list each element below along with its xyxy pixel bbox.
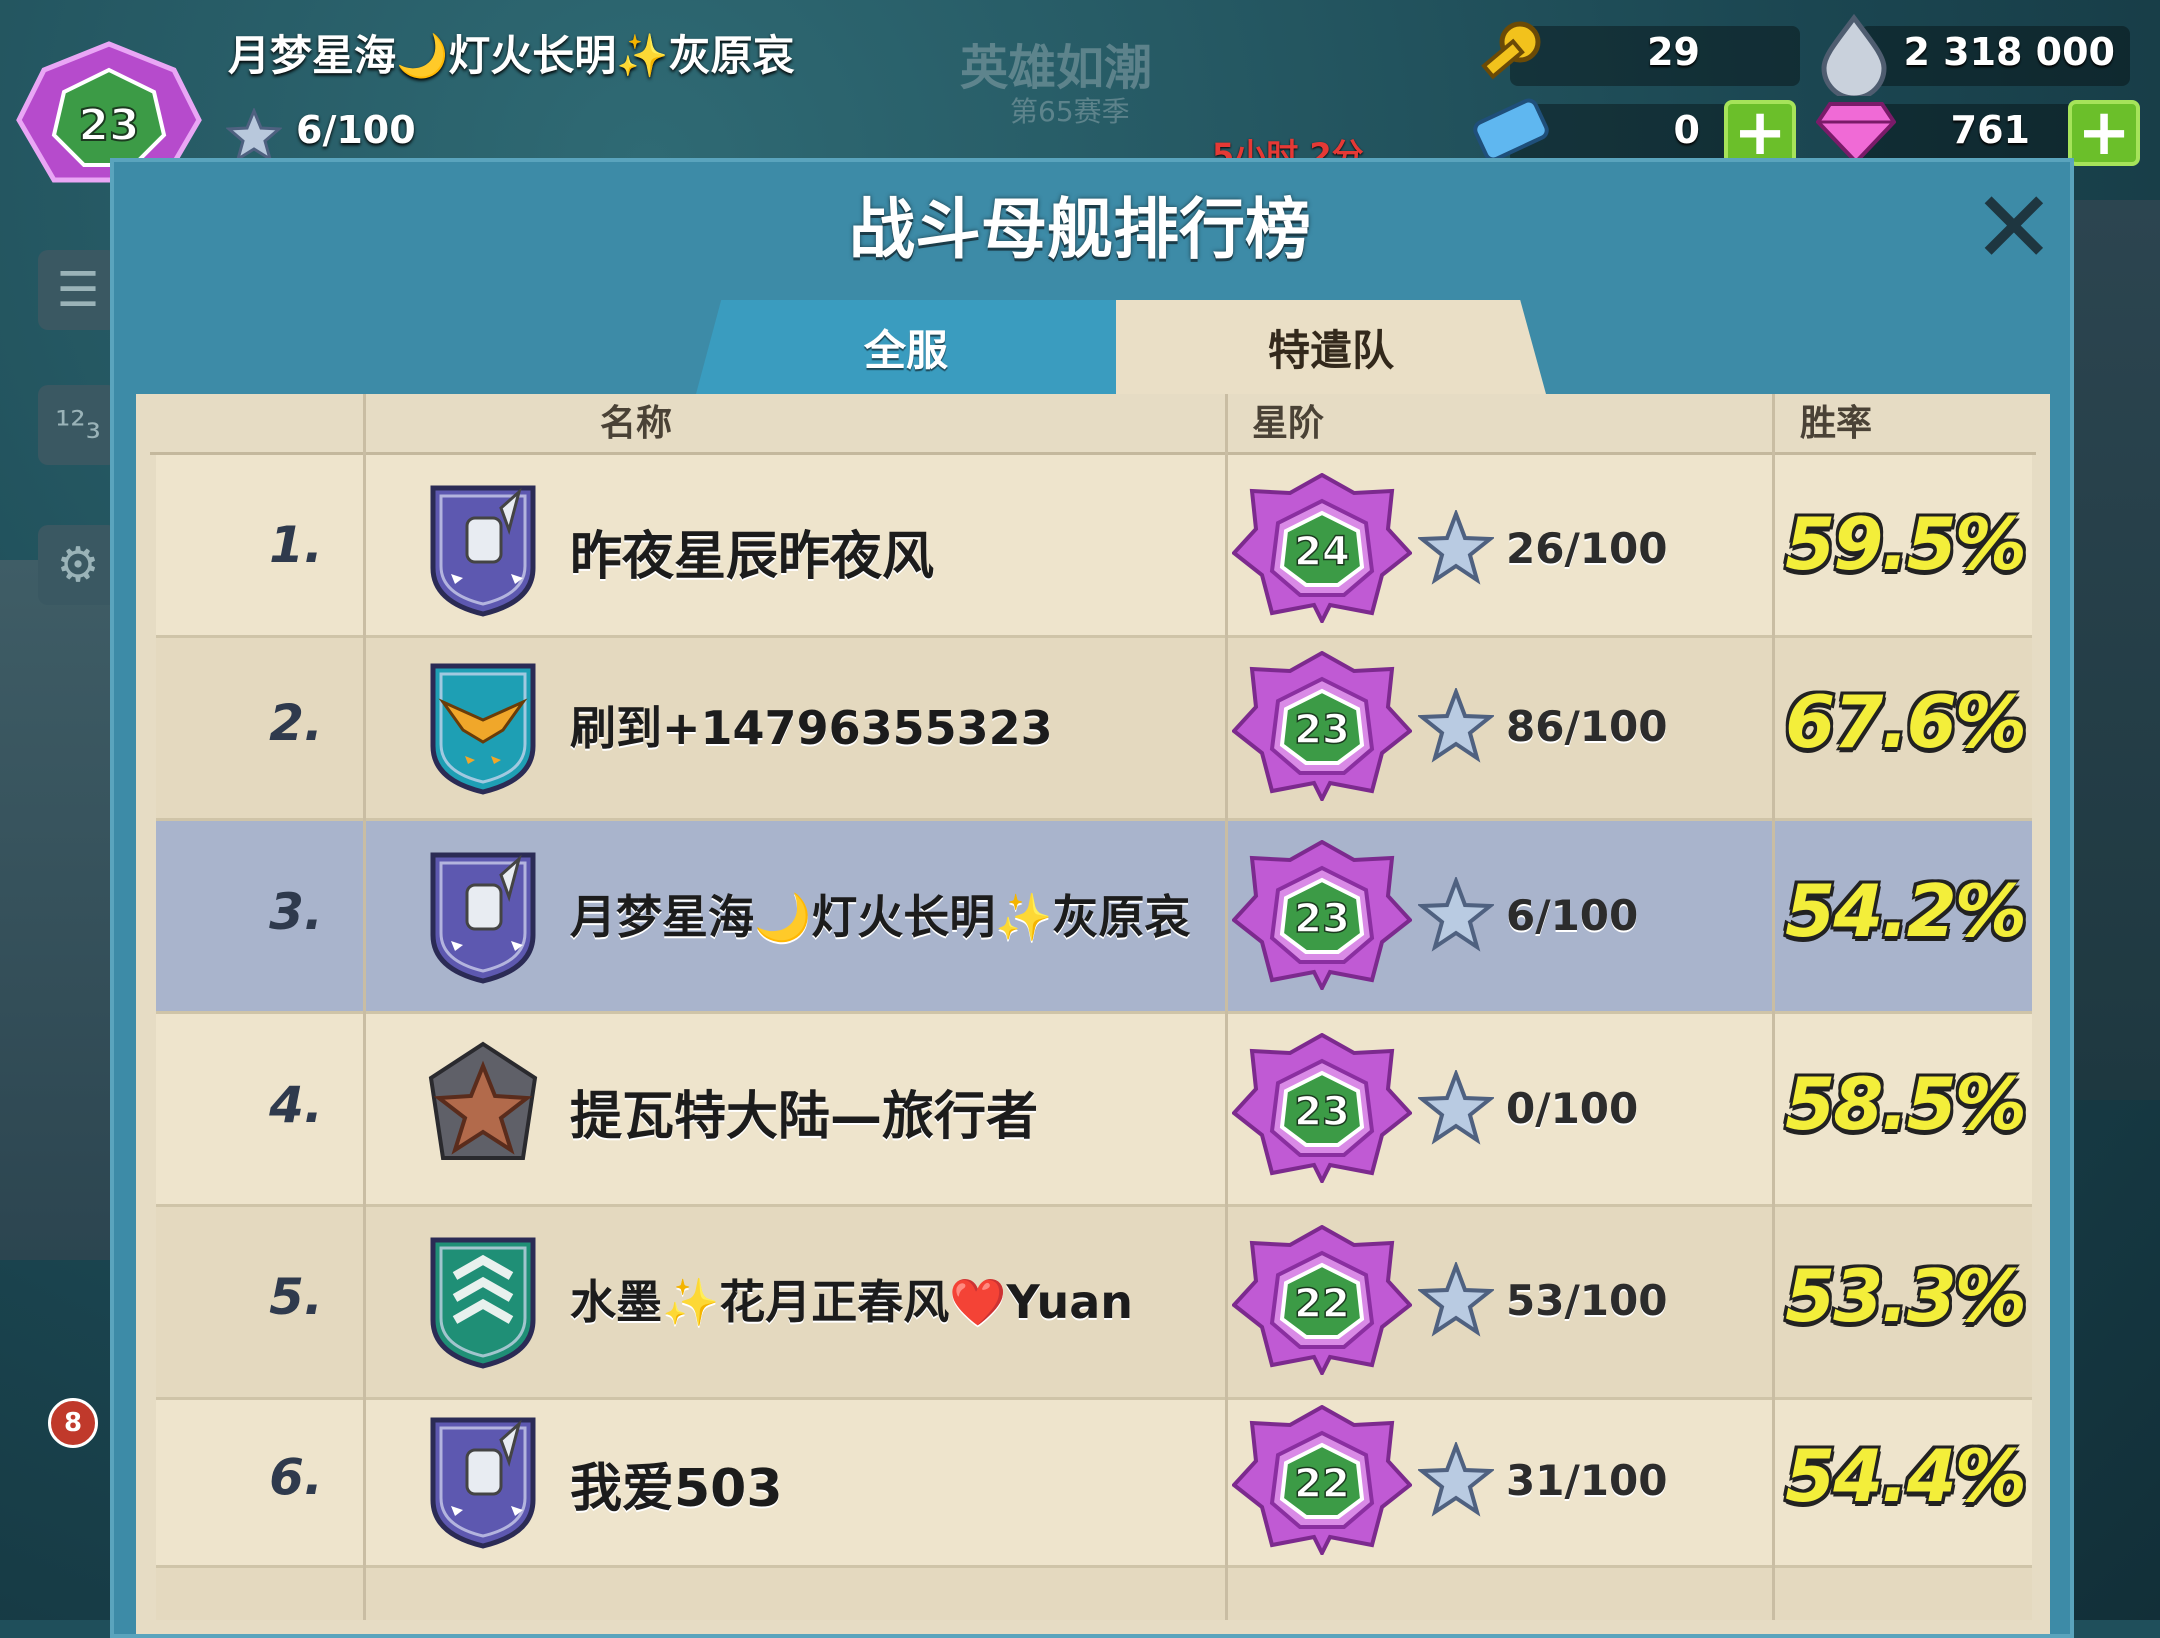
star-icon	[1416, 1260, 1496, 1337]
star-icon	[1416, 875, 1496, 952]
win-rate: 53.3%	[1785, 1254, 2027, 1338]
rank-number: 5.	[269, 1268, 323, 1326]
player-stars: 31/100	[1506, 1456, 1668, 1505]
player-emblem[interactable]	[423, 656, 543, 800]
player-emblem[interactable]	[423, 1230, 543, 1374]
ticket-icon	[1473, 98, 1549, 162]
column-header-star-rank: 星阶	[1252, 403, 1325, 444]
player-name[interactable]: 提瓦特大陆—旅行者	[570, 1074, 1038, 1149]
star-icon	[1416, 1440, 1496, 1517]
rank-number: 3.	[269, 883, 323, 941]
season-title: 英雄如潮	[960, 40, 1153, 96]
star-icon-wrap	[1416, 1260, 1496, 1338]
rank-badge-level: 22	[1294, 1461, 1350, 1507]
rank-badge: 23	[1231, 1032, 1413, 1186]
bronze-star-badge-icon	[428, 1041, 538, 1160]
player-name[interactable]: 刷到+14796355323	[570, 692, 1053, 758]
star-icon-wrap	[1416, 1440, 1496, 1518]
player-emblem[interactable]	[423, 845, 543, 989]
add-diamonds-button[interactable]: +	[2068, 100, 2140, 166]
rank-number: 6.	[269, 1448, 323, 1506]
tab-task-force[interactable]: 特遣队	[1116, 300, 1546, 394]
panel-title: 战斗母舰排行榜	[849, 191, 1311, 268]
win-rate: 59.5%	[1785, 502, 2027, 586]
rank-badge: 22	[1231, 1224, 1413, 1378]
add-tickets-button[interactable]: +	[1724, 100, 1796, 166]
column-divider	[363, 394, 366, 1620]
star-icon	[226, 108, 282, 163]
player-stars: 26/100	[1506, 524, 1668, 573]
win-rate: 67.6%	[1785, 680, 2027, 764]
rank-badge-icon: 23	[1231, 1032, 1413, 1186]
column-header-name: 名称	[600, 403, 673, 444]
notification-badge: 8	[48, 1398, 98, 1448]
player-stars: 6/100	[1506, 891, 1639, 940]
rank-badge-icon: 23	[1231, 839, 1413, 993]
keys-value: 29	[1647, 30, 1700, 74]
player-rank-level: 23	[78, 100, 139, 151]
player-name[interactable]: 水墨✨花月正春风❤️Yuan	[570, 1266, 1133, 1332]
player-name[interactable]: 我爱503	[570, 1446, 783, 1521]
rank-badge: 24	[1231, 472, 1413, 626]
tickets-value: 0	[1673, 108, 1700, 152]
diamonds-value: 761	[1950, 108, 2030, 152]
player-emblem[interactable]	[423, 478, 543, 622]
player-name[interactable]: 昨夜星辰昨夜风	[570, 514, 934, 589]
star-icon	[1416, 686, 1496, 763]
diamond-icon	[1816, 102, 1896, 165]
rank-badge-level: 23	[1294, 1089, 1350, 1135]
rank-badge-icon: 22	[1231, 1224, 1413, 1378]
player-emblem[interactable]	[423, 1410, 543, 1554]
chevron-shield-icon	[430, 1237, 536, 1369]
fist-shield-icon	[430, 1417, 536, 1549]
star-icon-wrap	[1416, 1068, 1496, 1146]
rank-number: 1.	[269, 516, 323, 574]
fist-shield-icon	[430, 485, 536, 617]
rank-badge: 22	[1231, 1404, 1413, 1558]
rank-badge-icon: 23	[1231, 650, 1413, 804]
player-stars: 6/100	[296, 108, 416, 152]
rank-badge-icon: 22	[1231, 1404, 1413, 1558]
rank-number: 2.	[269, 694, 323, 752]
eagle-shield-icon	[430, 663, 536, 795]
background-deck-right	[2060, 200, 2160, 1100]
player-name[interactable]: 月梦星海🌙灯火长明✨灰原哀	[570, 881, 1191, 947]
star-icon-wrap	[1416, 686, 1496, 764]
fist-shield-icon	[430, 852, 536, 984]
star-icon-wrap	[1416, 875, 1496, 953]
rank-badge-level: 24	[1294, 529, 1350, 575]
player-emblem[interactable]	[423, 1038, 543, 1182]
player-stars: 53/100	[1506, 1276, 1668, 1325]
star-icon	[1416, 1068, 1496, 1145]
rank-number: 4.	[269, 1076, 323, 1134]
rank-badge-level: 23	[1294, 707, 1350, 753]
season-subtitle: 第65赛季	[1010, 95, 1130, 128]
table-row[interactable]	[156, 1568, 2032, 1620]
player-name: 月梦星海🌙灯火长明✨灰原哀	[228, 31, 795, 80]
rank-badge-icon: 24	[1231, 472, 1413, 626]
star-icon-wrap	[1416, 508, 1496, 586]
star-icon	[1416, 508, 1496, 585]
intel-value: 2 318 000	[1903, 30, 2115, 74]
rank-badge-level: 22	[1294, 1281, 1350, 1327]
win-rate: 58.5%	[1785, 1062, 2027, 1146]
player-stars: 86/100	[1506, 702, 1668, 751]
settings-gear-icon[interactable]: ⚙	[38, 525, 118, 605]
key-icon	[1481, 21, 1541, 80]
win-rate: 54.2%	[1785, 869, 2027, 953]
rank-badge: 23	[1231, 650, 1413, 804]
column-header-win-rate: 胜率	[1800, 403, 1873, 444]
rank-badge-level: 23	[1294, 896, 1350, 942]
column-divider	[1225, 394, 1228, 1620]
close-icon[interactable]: ✕	[1972, 178, 2056, 278]
player-stars: 0/100	[1506, 1084, 1639, 1133]
win-rate: 54.4%	[1785, 1434, 2027, 1518]
tab-global[interactable]: 全服	[696, 300, 1116, 394]
leaderboard-icon[interactable]: ¹²₃	[38, 385, 118, 465]
rank-badge: 23	[1231, 839, 1413, 993]
